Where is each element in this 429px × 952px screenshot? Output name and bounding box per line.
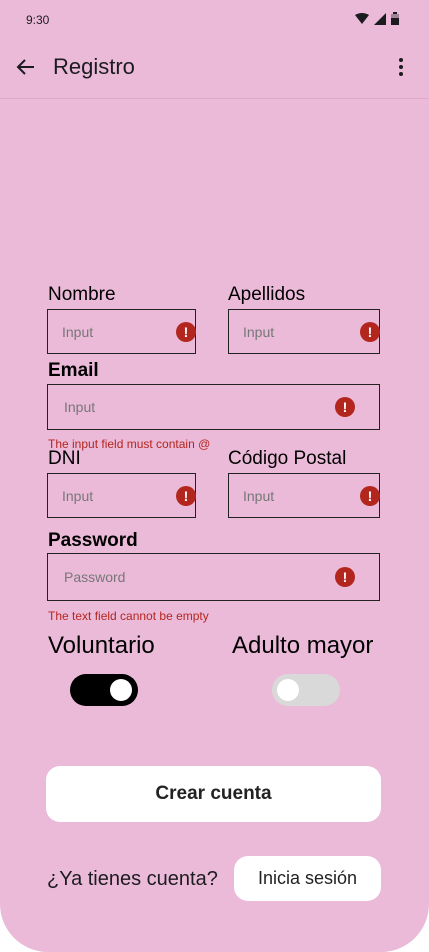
more-options-button[interactable] — [391, 53, 411, 81]
password-input[interactable] — [64, 554, 296, 600]
switch-thumb — [277, 679, 299, 701]
have-account-text: ¿Ya tienes cuenta? — [47, 868, 218, 890]
error-icon: ! — [335, 397, 355, 417]
adulto-mayor-label: Adulto mayor — [232, 632, 374, 659]
page-title: Registro — [53, 54, 135, 79]
battery-icon — [391, 12, 399, 25]
adulto-mayor-switch[interactable] — [272, 674, 340, 706]
password-error-text: The text field cannot be empty — [48, 609, 209, 623]
wifi-icon — [355, 12, 369, 24]
codigo-postal-input[interactable] — [243, 474, 348, 517]
status-icons — [355, 12, 399, 25]
email-input[interactable] — [64, 385, 296, 429]
login-button[interactable]: Inicia sesión — [234, 856, 381, 901]
nombre-input[interactable] — [62, 310, 165, 353]
email-label: Email — [48, 360, 99, 381]
more-vert-icon — [399, 58, 403, 76]
codigo-postal-label: Código Postal — [228, 448, 347, 469]
voluntario-label: Voluntario — [48, 632, 155, 659]
apellidos-label: Apellidos — [228, 284, 306, 305]
email-field[interactable]: ! — [47, 384, 380, 430]
apellidos-field[interactable]: ! — [228, 309, 380, 354]
apellidos-input[interactable] — [243, 310, 348, 353]
status-bar: 9:30 — [0, 0, 429, 40]
nombre-field[interactable]: ! — [47, 309, 196, 354]
arrow-back-icon — [16, 59, 34, 75]
voluntario-switch[interactable] — [70, 674, 138, 706]
error-icon: ! — [176, 486, 196, 506]
error-icon: ! — [176, 322, 196, 342]
back-button[interactable] — [12, 53, 40, 81]
error-icon: ! — [360, 322, 380, 342]
password-label: Password — [48, 530, 138, 551]
error-icon: ! — [335, 567, 355, 587]
dni-input[interactable] — [62, 474, 165, 517]
codigo-postal-field[interactable]: ! — [228, 473, 380, 518]
top-app-bar: Registro — [0, 40, 429, 99]
create-account-button[interactable]: Crear cuenta — [46, 766, 381, 822]
cellular-icon — [374, 12, 386, 25]
dni-label: DNI — [48, 448, 81, 469]
password-field[interactable]: ! — [47, 553, 380, 601]
phone-screen: 9:30 Registro Nombre ! Apellidos ! Email… — [0, 0, 429, 952]
nombre-label: Nombre — [48, 284, 116, 305]
status-time: 9:30 — [26, 13, 50, 27]
switch-thumb — [110, 679, 132, 701]
error-icon: ! — [360, 486, 380, 506]
dni-field[interactable]: ! — [47, 473, 196, 518]
